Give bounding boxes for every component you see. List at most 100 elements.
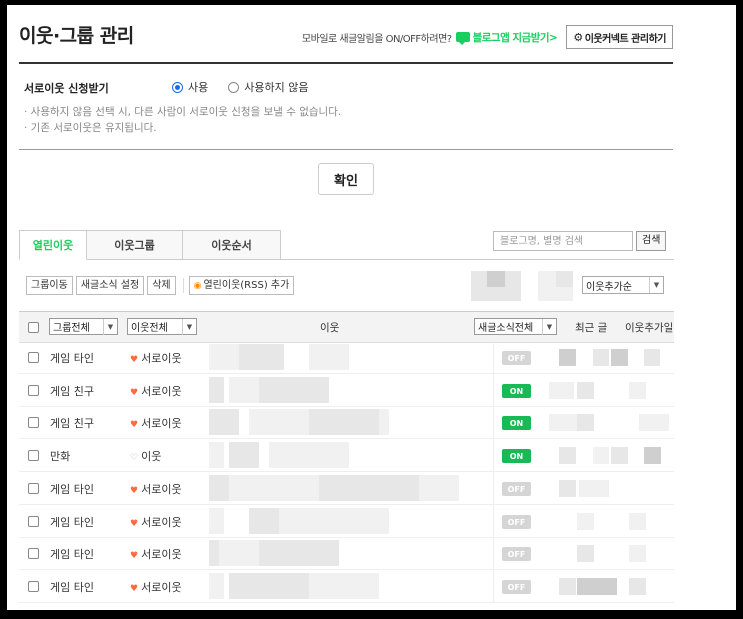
blurred-date-info (577, 513, 594, 530)
divider (19, 149, 673, 150)
heart-icon: ♥ (130, 551, 139, 561)
option-notes: · 사용하지 않음 선택 시, 다른 사람이 서로이웃 신청을 보낼 수 없습니… (24, 104, 341, 136)
chevron-down-icon: ▼ (542, 318, 556, 335)
tab-neighbor-groups[interactable]: 이웃그룹 (87, 230, 183, 260)
new-post-toggle[interactable]: OFF (502, 515, 531, 529)
table-row: 게임 타인 ♥ 서로이웃 OFF (19, 341, 674, 374)
radio-use[interactable] (172, 81, 183, 93)
heart-icon: ♥ (130, 519, 139, 529)
row-relation: ♡ 이웃 (130, 448, 161, 464)
new-post-toggle[interactable]: OFF (502, 482, 531, 496)
confirm-button[interactable]: 확인 (318, 163, 374, 195)
blurred-neighbor-info (209, 573, 224, 599)
select-all-checkbox[interactable] (28, 322, 39, 333)
row-checkbox[interactable] (28, 581, 39, 592)
radio-not-use[interactable] (228, 81, 240, 93)
heart-icon: ♥ (130, 355, 139, 365)
blurred-date-info (577, 578, 617, 595)
radio-not-use-label[interactable]: 사용하지 않음 (244, 79, 308, 95)
blurred-date-info (593, 447, 609, 464)
table-row: 게임 친구 ♥ 서로이웃 ON (19, 374, 674, 407)
new-post-toggle[interactable]: ON (502, 449, 531, 463)
blurred-neighbor-info (209, 508, 224, 534)
blurred-neighbor-info (309, 344, 349, 370)
delete-button[interactable]: 삭제 (147, 276, 176, 295)
heart-icon: ♥ (130, 486, 139, 496)
row-group: 게임 타인 (50, 483, 94, 496)
tab-open-neighbors[interactable]: 열린이웃 (19, 230, 87, 260)
neighbor-connect-manage-label: 이웃커넥트 관리하기 (584, 33, 667, 45)
blurred-date-info (644, 349, 660, 366)
tab-baseline (280, 259, 674, 260)
add-rss-button[interactable]: ◉ 열린이웃(RSS) 추가 (188, 276, 295, 295)
row-relation: ♥ 서로이웃 (130, 481, 182, 497)
row-group: 게임 타인 (50, 516, 94, 529)
blurred-neighbor-info (309, 409, 379, 435)
blurred-date-info (644, 447, 661, 464)
blurred-date-info (559, 447, 576, 464)
new-post-toggle[interactable]: OFF (502, 547, 531, 561)
column-recent-post: 최근 글 (575, 322, 608, 334)
blurred-date-info (611, 447, 628, 464)
blurred-date-info (577, 382, 594, 399)
group-filter-select[interactable]: 그룹전체 ▼ (49, 318, 118, 335)
neighbor-connect-manage-button[interactable]: ⚙ 이웃커넥트 관리하기 (566, 25, 673, 49)
blurred-neighbor-info (269, 442, 349, 468)
row-checkbox[interactable] (28, 483, 39, 494)
row-checkbox[interactable] (28, 516, 39, 527)
move-group-button[interactable]: 그룹이동 (26, 276, 73, 295)
tab-bar: 열린이웃 이웃그룹 이웃순서 (19, 230, 281, 260)
blog-app-icon (455, 32, 470, 45)
table-row: 게임 타인 ♥ 서로이웃 OFF (19, 570, 674, 603)
sort-select-value: 이웃추가순 (586, 281, 632, 293)
new-post-toggle[interactable]: ON (502, 384, 531, 398)
blurred-date-info (611, 349, 628, 366)
row-group: 게임 친구 (50, 385, 94, 398)
new-post-toggle[interactable]: OFF (502, 580, 531, 594)
blurred-date-info (629, 545, 646, 562)
chevron-down-icon: ▼ (649, 277, 663, 293)
new-post-toggle[interactable]: OFF (502, 351, 531, 365)
blurred-neighbor-info (309, 573, 379, 599)
row-checkbox[interactable] (28, 352, 39, 363)
option-note-1: · 사용하지 않음 선택 시, 다른 사람이 서로이웃 신청을 보낼 수 없습니… (24, 106, 342, 118)
blurred-neighbor-info (209, 344, 239, 370)
group-filter-value: 그룹전체 (53, 323, 90, 334)
row-relation-label: 이웃 (141, 450, 162, 463)
row-checkbox[interactable] (28, 548, 39, 559)
row-checkbox[interactable] (28, 417, 39, 428)
row-checkbox[interactable] (28, 450, 39, 461)
add-rss-label: 열린이웃(RSS) 추가 (203, 280, 290, 291)
heart-icon: ♥ (130, 420, 139, 430)
table-row: 게임 타인 ♥ 서로이웃 OFF (19, 505, 674, 538)
news-filter-select[interactable]: 새글소식전체 ▼ (474, 318, 557, 335)
tab-neighbor-order[interactable]: 이웃순서 (183, 230, 281, 260)
page-header: 이웃·그룹 관리 모바일로 새글알림을 ON/OFF하려면? 블로그앱 지금받기… (19, 18, 673, 64)
radio-use-label[interactable]: 사용 (188, 79, 208, 95)
toolbar-divider (182, 278, 184, 293)
blurred-date-info (593, 349, 609, 366)
row-relation-label: 서로이웃 (141, 516, 182, 529)
row-checkbox[interactable] (28, 385, 39, 396)
chevron-down-icon: ▼ (182, 318, 196, 335)
row-relation: ♥ 서로이웃 (130, 579, 182, 595)
blurred-neighbor-info (209, 377, 224, 403)
row-relation-label: 서로이웃 (141, 417, 182, 430)
blurred-neighbor-info (259, 377, 329, 403)
blurred-area (487, 271, 505, 287)
sort-select[interactable]: 이웃추가순 ▼ (582, 276, 664, 294)
new-post-toggle[interactable]: ON (502, 416, 531, 430)
neighbor-filter-select[interactable]: 이웃전체 ▼ (127, 318, 197, 335)
row-group: 게임 친구 (50, 417, 94, 430)
blurred-neighbor-info (209, 409, 239, 435)
new-post-setting-button[interactable]: 새글소식 설정 (75, 276, 145, 295)
search-input[interactable] (493, 231, 633, 251)
blurred-neighbor-info (209, 442, 224, 468)
blurred-date-info (559, 578, 576, 595)
blog-app-link[interactable]: 블로그앱 지금받기> (473, 30, 558, 45)
blurred-date-info (559, 349, 576, 366)
neighbor-filter-value: 이웃전체 (131, 323, 168, 334)
search-button[interactable]: 검색 (636, 231, 667, 251)
table-header: 그룹전체 ▼ 이웃전체 ▼ 이웃 새글소식전체 ▼ 최근 글 이웃추가일 (19, 311, 674, 343)
heart-icon: ♡ (130, 453, 139, 463)
